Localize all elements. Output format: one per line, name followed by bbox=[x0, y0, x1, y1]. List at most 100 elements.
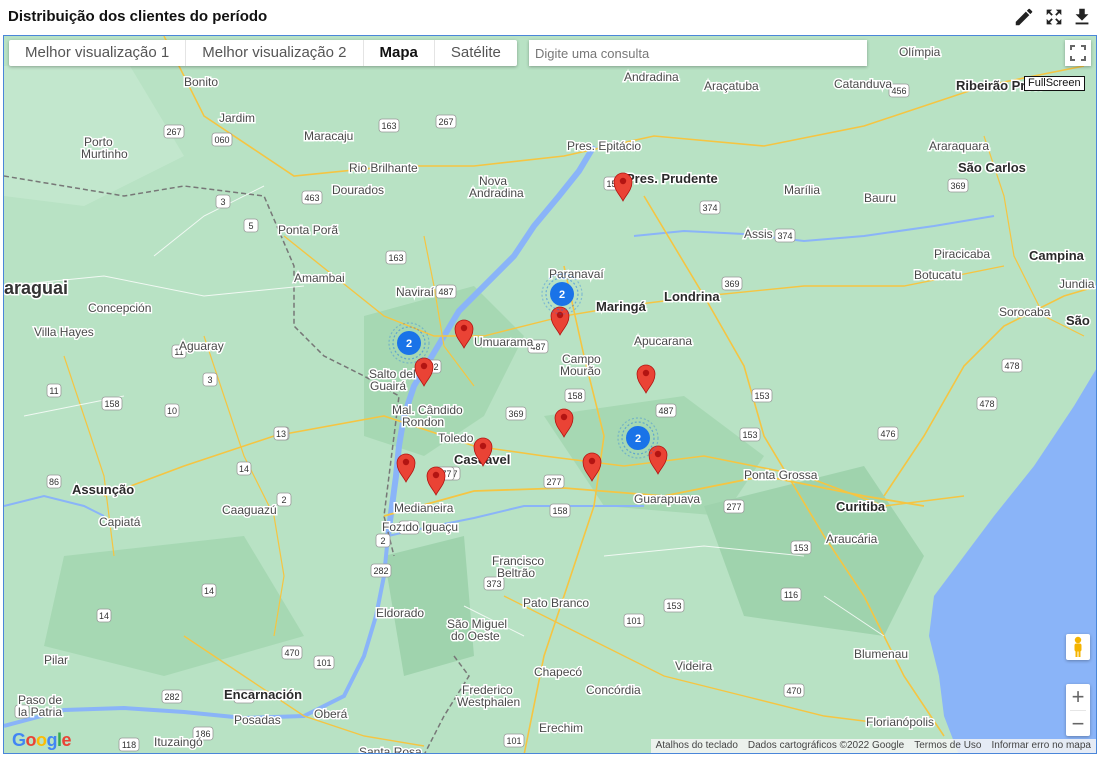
city-label: Pato Branco bbox=[523, 596, 589, 610]
search-input[interactable] bbox=[529, 40, 867, 66]
city-label: São bbox=[1066, 313, 1090, 328]
city-label: Mourão bbox=[560, 364, 601, 378]
svg-text:369: 369 bbox=[950, 181, 965, 191]
city-label: Erechim bbox=[539, 721, 583, 735]
svg-text:86: 86 bbox=[49, 477, 59, 487]
cluster-count: 2 bbox=[559, 289, 565, 301]
city-label: Marília bbox=[784, 183, 820, 197]
tab-melhor-visualizacao-1[interactable]: Melhor visualização 1 bbox=[9, 40, 187, 66]
svg-text:11: 11 bbox=[49, 386, 58, 396]
fullscreen-tooltip: FullScreen bbox=[1024, 76, 1085, 91]
svg-text:13: 13 bbox=[276, 429, 286, 439]
map-canvas[interactable]: 1504562671632670604633743693516348737436… bbox=[4, 36, 1097, 754]
city-label: Dourados bbox=[332, 183, 384, 197]
panel-title: Distribuição dos clientes do período bbox=[8, 8, 268, 25]
city-label: Beltrão bbox=[497, 566, 535, 580]
highway-shield: 116 bbox=[780, 587, 802, 602]
svg-text:158: 158 bbox=[567, 391, 582, 401]
highway-shield: 101 bbox=[313, 655, 335, 670]
highway-shield: 153 bbox=[751, 388, 773, 403]
terms-link[interactable]: Termos de Uso bbox=[909, 739, 986, 753]
city-label: São Carlos bbox=[958, 160, 1026, 175]
keyboard-shortcuts-link[interactable]: Atalhos do teclado bbox=[651, 739, 743, 753]
highway-shield: 3 bbox=[215, 194, 231, 209]
svg-text:470: 470 bbox=[284, 648, 299, 658]
map-data-text: Dados cartográficos ©2022 Google bbox=[747, 740, 905, 751]
city-label: do Oeste bbox=[451, 629, 500, 643]
city-label: Assis bbox=[744, 227, 773, 241]
city-label: Guairá bbox=[370, 379, 406, 393]
download-icon[interactable] bbox=[1071, 6, 1093, 28]
city-label: Botucatu bbox=[914, 268, 961, 282]
highway-shield: 060 bbox=[211, 132, 233, 147]
highway-shield: 158 bbox=[549, 503, 571, 518]
city-label: Piracicaba bbox=[934, 247, 990, 261]
city-label: Olímpia bbox=[899, 45, 941, 59]
city-label: Aguaray bbox=[179, 339, 224, 353]
city-label: Sorocaba bbox=[999, 305, 1051, 319]
city-label: la Patria bbox=[18, 705, 62, 719]
svg-text:267: 267 bbox=[166, 127, 181, 137]
svg-text:14: 14 bbox=[204, 586, 214, 596]
svg-text:2: 2 bbox=[281, 495, 286, 505]
city-label: Araucária bbox=[826, 532, 878, 546]
street-view-button[interactable] bbox=[1066, 634, 1090, 660]
svg-text:487: 487 bbox=[438, 287, 453, 297]
tab-mapa[interactable]: Mapa bbox=[364, 40, 435, 66]
svg-text:282: 282 bbox=[164, 692, 179, 702]
highway-shield: 478 bbox=[976, 396, 998, 411]
city-label: Maracaju bbox=[304, 129, 353, 143]
highway-shield: 14 bbox=[236, 461, 252, 476]
tab-melhor-visualizacao-2[interactable]: Melhor visualização 2 bbox=[186, 40, 364, 66]
city-label: Apucarana bbox=[634, 334, 692, 348]
svg-text:101: 101 bbox=[316, 658, 331, 668]
svg-text:158: 158 bbox=[552, 506, 567, 516]
svg-text:163: 163 bbox=[388, 253, 403, 263]
highway-shield: 267 bbox=[163, 124, 185, 139]
svg-text:14: 14 bbox=[99, 611, 109, 621]
tab-satelite[interactable]: Satélite bbox=[435, 40, 517, 66]
report-error-link[interactable]: Informar erro no mapa bbox=[987, 739, 1097, 753]
highway-shield: 13 bbox=[273, 426, 289, 441]
highway-shield: 163 bbox=[385, 250, 407, 265]
highway-shield: 14 bbox=[201, 583, 217, 598]
map-container[interactable]: 1504562671632670604633743693516348737436… bbox=[3, 35, 1097, 754]
pencil-icon[interactable] bbox=[1013, 6, 1035, 28]
highway-shield: 101 bbox=[503, 733, 525, 748]
highway-shield: 14 bbox=[96, 608, 112, 623]
city-label: Jundia bbox=[1059, 277, 1095, 291]
svg-text:101: 101 bbox=[506, 736, 521, 746]
google-logo: Google bbox=[12, 730, 72, 750]
city-label: Ponta Grossa bbox=[744, 468, 818, 482]
fullscreen-button[interactable] bbox=[1065, 40, 1091, 66]
zoom-out-button[interactable]: − bbox=[1066, 711, 1090, 737]
highway-shield: 5 bbox=[243, 218, 259, 233]
highway-shield: 277 bbox=[723, 499, 745, 514]
zoom-in-button[interactable]: + bbox=[1066, 684, 1090, 710]
city-label: Santa Rosa bbox=[359, 745, 422, 754]
cluster-count: 2 bbox=[406, 338, 412, 350]
svg-text:374: 374 bbox=[777, 231, 792, 241]
cluster-count: 2 bbox=[635, 433, 641, 445]
highway-shield: 11 bbox=[46, 383, 62, 398]
svg-text:153: 153 bbox=[793, 543, 808, 553]
highway-shield: 158 bbox=[564, 388, 586, 403]
city-label: Florianópolis bbox=[866, 715, 934, 729]
city-label: Foz do Iguaçu bbox=[382, 520, 458, 534]
expand-icon[interactable] bbox=[1043, 6, 1065, 28]
map-type-control: Melhor visualização 1 Melhor visualizaçã… bbox=[9, 40, 517, 66]
city-label: Ponta Porã bbox=[278, 223, 338, 237]
city-label: Rio Brilhante bbox=[349, 161, 418, 175]
city-label: Videira bbox=[675, 659, 712, 673]
highway-shield: 118 bbox=[118, 737, 140, 752]
highway-shield: 2 bbox=[375, 533, 391, 548]
highway-shield: 470 bbox=[281, 645, 303, 660]
city-label: Guarapuava bbox=[634, 492, 700, 506]
svg-text:456: 456 bbox=[891, 86, 906, 96]
city-label: Curitiba bbox=[836, 499, 886, 514]
city-label: Posadas bbox=[234, 713, 281, 727]
highway-shield: 369 bbox=[947, 178, 969, 193]
city-label: Caaguazú bbox=[222, 503, 277, 517]
city-label: Jardim bbox=[219, 111, 255, 125]
city-label: Eldorado bbox=[376, 606, 424, 620]
